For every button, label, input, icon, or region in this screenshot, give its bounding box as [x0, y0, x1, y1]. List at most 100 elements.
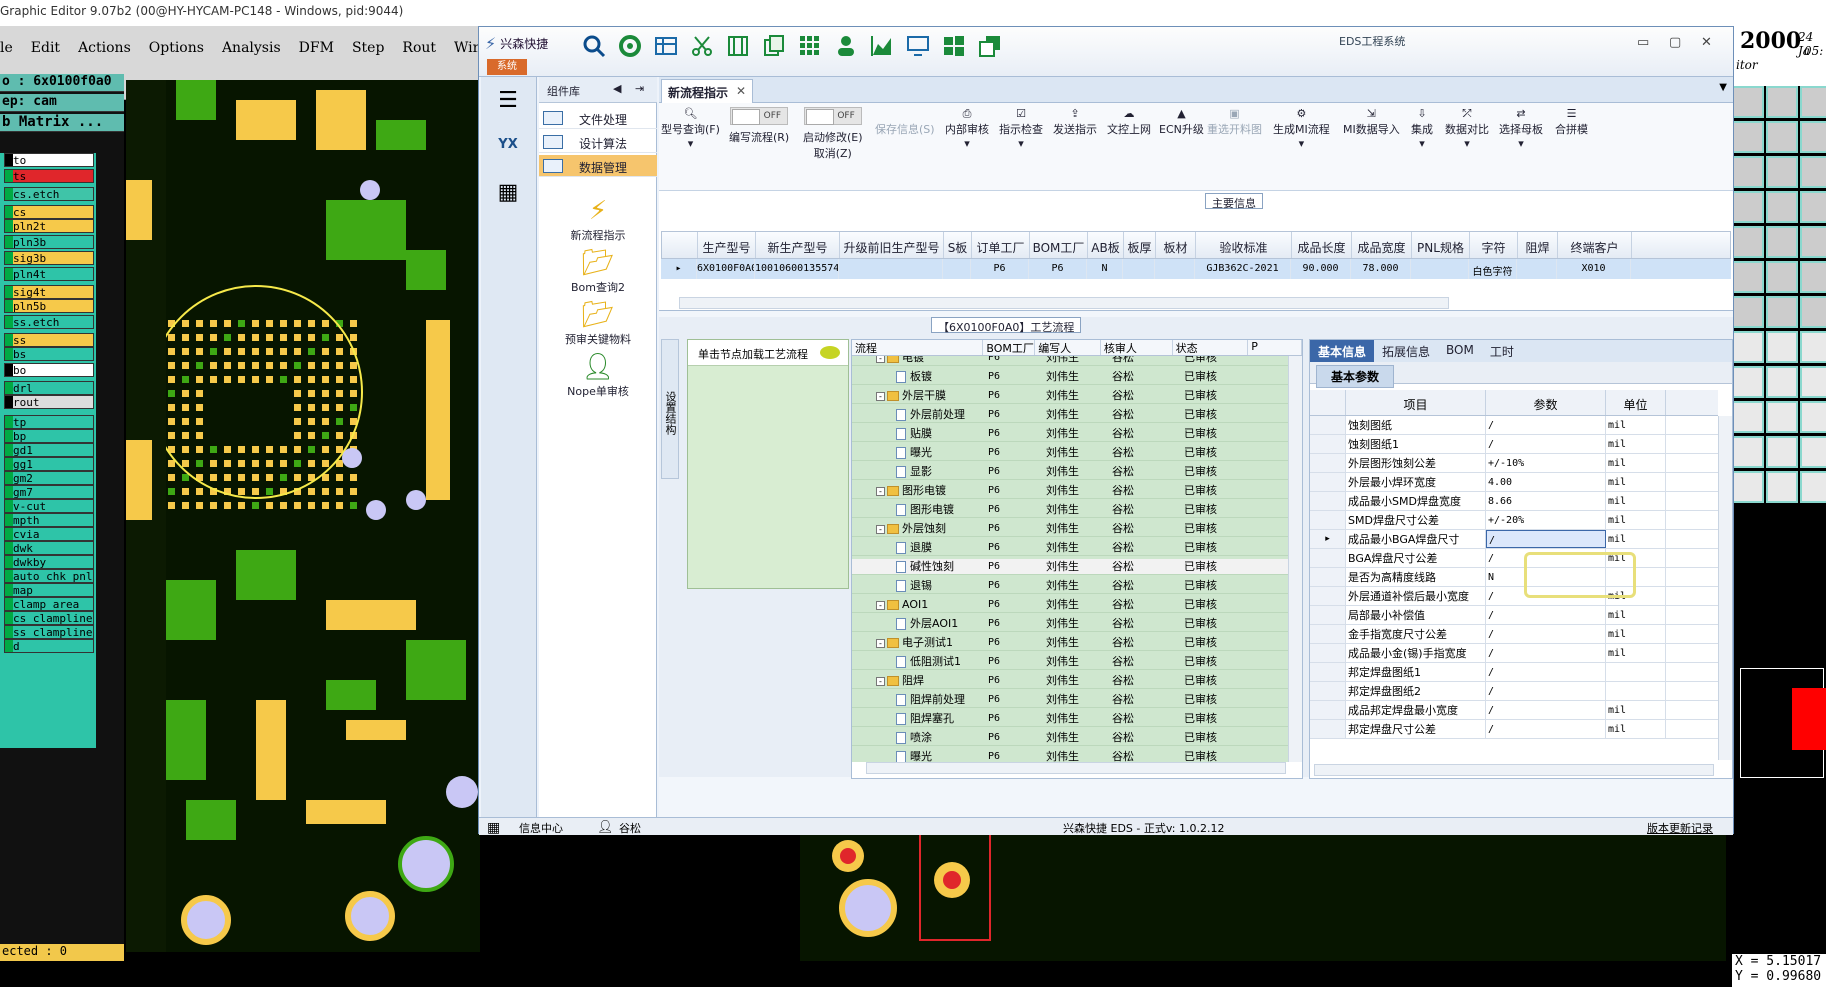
- expand-icon[interactable]: -: [876, 391, 885, 401]
- layer-row[interactable]: cs_clampline: [4, 611, 94, 625]
- property-row[interactable]: 局部最小补偿值 / mil: [1310, 606, 1718, 625]
- ge-tool-button[interactable]: [1766, 261, 1798, 293]
- yx-icon[interactable]: YX: [485, 125, 531, 163]
- library-tool[interactable]: ⚡ 新流程指示: [539, 195, 657, 243]
- column-header[interactable]: 升级前旧生产型号: [840, 232, 944, 258]
- ge-tool-button[interactable]: [1766, 366, 1798, 398]
- cell[interactable]: GJB362C-2021: [1195, 259, 1291, 279]
- cell[interactable]: [839, 259, 943, 279]
- column-header[interactable]: 生产型号: [698, 232, 756, 258]
- main-info-row[interactable]: ▸ 6X0100F0A0 10010600135574 P6 P6 N GJB362C-20…: [661, 259, 1731, 279]
- merge-board-button[interactable]: ☰ 合拼模: [1555, 107, 1588, 137]
- properties-tab[interactable]: 拓展信息: [1374, 340, 1438, 362]
- ge-tool-button[interactable]: [1800, 121, 1826, 153]
- write-process-toggle[interactable]: OFF 编写流程(R): [729, 107, 789, 145]
- ge-tool-button[interactable]: [1766, 121, 1798, 153]
- column-header[interactable]: 验收标准: [1196, 232, 1292, 258]
- layers-icon[interactable]: [975, 32, 1005, 60]
- model-query-button[interactable]: 🔍︎ 型号查询(F) ▾: [661, 107, 720, 150]
- version-history-link[interactable]: 版本更新记录: [1647, 820, 1713, 836]
- property-value[interactable]: /: [1486, 701, 1606, 719]
- property-row[interactable]: 成品最小SMD焊盘宽度 8.66 mil: [1310, 492, 1718, 511]
- column-header[interactable]: AB板: [1088, 232, 1124, 258]
- ge-menu-item[interactable]: Step: [352, 40, 384, 56]
- generate-mi-button[interactable]: ⚙ 生成MI流程 ▾: [1273, 107, 1330, 150]
- layer-row[interactable]: bo: [4, 363, 94, 377]
- process-row[interactable]: 碱性蚀刻 P6 刘伟生 谷松 已审核: [852, 559, 1288, 575]
- ge-matrix-button[interactable]: b Matrix ...: [0, 114, 124, 132]
- column-header[interactable]: 阻焊: [1518, 232, 1558, 258]
- ge-tool-button[interactable]: [1766, 331, 1798, 363]
- film-icon[interactable]: [723, 32, 753, 60]
- property-row[interactable]: BGA焊盘尺寸公差 / mil: [1310, 549, 1718, 568]
- ge-menu-item[interactable]: Edit: [31, 40, 60, 56]
- cell[interactable]: [943, 259, 971, 279]
- process-row[interactable]: - 图形电镀 P6 刘伟生 谷松 已审核: [852, 483, 1288, 499]
- ge-tool-button[interactable]: [1800, 366, 1826, 398]
- ge-tool-button[interactable]: [1766, 436, 1798, 468]
- ge-tool-button[interactable]: [1800, 401, 1826, 433]
- property-value[interactable]: /: [1486, 720, 1606, 738]
- layer-row[interactable]: ss_clampline: [4, 625, 94, 639]
- process-row[interactable]: 曝光 P6 刘伟生 谷松 已审核: [852, 445, 1288, 461]
- ge-tool-button[interactable]: [1732, 436, 1764, 468]
- ge-tool-button[interactable]: [1766, 296, 1798, 328]
- ge-tool-button[interactable]: [1732, 331, 1764, 363]
- system-menu-button[interactable]: 系统: [487, 59, 527, 75]
- reselect-cutting-button[interactable]: ▣ 重选开料图: [1207, 107, 1262, 137]
- layer-row[interactable]: drl: [4, 381, 94, 395]
- column-header[interactable]: 订单工厂: [972, 232, 1030, 258]
- minimize-button[interactable]: ▭: [1637, 35, 1649, 50]
- ge-tool-button[interactable]: [1732, 261, 1764, 293]
- chart-icon[interactable]: [867, 32, 897, 60]
- layer-row[interactable]: pln2t: [4, 219, 94, 233]
- layer-row[interactable]: pln5b: [4, 299, 94, 313]
- ge-tool-button[interactable]: [1800, 261, 1826, 293]
- ge-tool-button[interactable]: [1732, 296, 1764, 328]
- cell[interactable]: 6X0100F0A0: [697, 259, 755, 279]
- ge-tool-button[interactable]: [1732, 366, 1764, 398]
- properties-vscrollbar[interactable]: [1718, 416, 1732, 760]
- ge-menu-item[interactable]: DFM: [299, 40, 334, 56]
- cell[interactable]: P6: [971, 259, 1029, 279]
- layer-row[interactable]: sig3b: [4, 251, 94, 265]
- column-header[interactable]: 终端客户: [1558, 232, 1632, 258]
- close-button[interactable]: ✕: [1701, 35, 1712, 50]
- process-column-header[interactable]: 流程: [852, 340, 984, 355]
- ge-tool-button[interactable]: [1800, 331, 1826, 363]
- cell[interactable]: [1517, 259, 1557, 279]
- ge-tool-button[interactable]: [1766, 471, 1798, 503]
- process-row[interactable]: - 电镀 P6 刘伟生 谷松 已审核: [852, 356, 1288, 366]
- ge-tool-button[interactable]: [1732, 156, 1764, 188]
- monitor-icon[interactable]: [903, 32, 933, 60]
- expand-icon[interactable]: -: [876, 600, 885, 610]
- properties-column-header[interactable]: 参数: [1486, 390, 1606, 415]
- layer-row[interactable]: tp: [4, 415, 94, 429]
- ge-menu-item[interactable]: le: [0, 40, 13, 56]
- cell[interactable]: 78.000: [1351, 259, 1411, 279]
- properties-column-header[interactable]: 项目: [1346, 390, 1486, 415]
- layer-row[interactable]: v-cut: [4, 499, 94, 513]
- process-row[interactable]: 低阻测试1 P6 刘伟生 谷松 已审核: [852, 654, 1288, 670]
- cell[interactable]: 90.000: [1291, 259, 1351, 279]
- layer-row[interactable]: sig4t: [4, 285, 94, 299]
- send-instruction-button[interactable]: ⇪ 发送指示: [1053, 107, 1097, 137]
- property-row[interactable]: 邦定焊盘图纸1/: [1310, 663, 1718, 682]
- property-value[interactable]: /: [1486, 530, 1606, 548]
- scissors-icon[interactable]: [687, 32, 717, 60]
- properties-tab[interactable]: BOM: [1438, 340, 1482, 362]
- layer-row[interactable]: cvia: [4, 527, 94, 541]
- info-center-label[interactable]: 信息中心: [519, 820, 563, 836]
- ge-tool-button[interactable]: [1800, 226, 1826, 258]
- structure-side-tab[interactable]: 设置结构: [661, 339, 679, 479]
- column-header[interactable]: 板厚: [1124, 232, 1156, 258]
- property-row[interactable]: 外层通道补偿后最小宽度 / mil: [1310, 587, 1718, 606]
- data-compare-button[interactable]: ⤱ 数据对比 ▾: [1445, 107, 1489, 150]
- ge-tool-button[interactable]: [1766, 226, 1798, 258]
- cell[interactable]: [1123, 259, 1155, 279]
- ge-menu-item[interactable]: Rout: [402, 40, 436, 56]
- process-row[interactable]: 外层前处理 P6 刘伟生 谷松 已审核: [852, 407, 1288, 423]
- expand-icon[interactable]: -: [876, 676, 885, 686]
- layer-row[interactable]: gg1: [4, 457, 94, 471]
- process-column-header[interactable]: P: [1248, 340, 1302, 355]
